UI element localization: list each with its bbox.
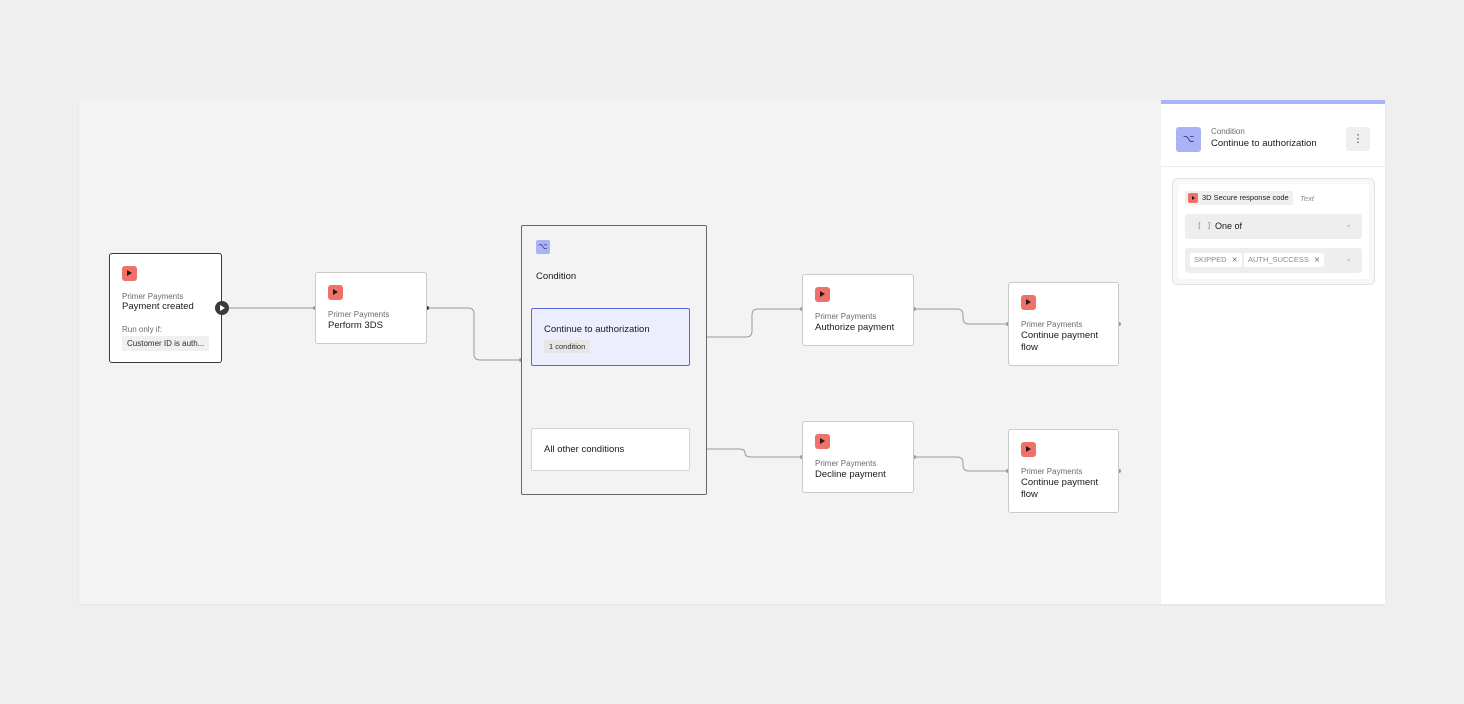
node-kicker: Primer Payments: [1021, 467, 1083, 476]
branch-icon: ⌥: [1176, 127, 1201, 152]
workflow-canvas[interactable]: Primer Payments Payment created Run only…: [79, 100, 1161, 604]
run-only-if-label: Run only if:: [122, 325, 163, 334]
values-multiselect[interactable]: SKIPPED × AUTH_SUCCESS × ⌄: [1185, 248, 1362, 273]
workflow-editor: Primer Payments Payment created Run only…: [79, 100, 1385, 604]
wire-decline-to-continue: [914, 456, 1008, 472]
branch-continue-to-authorization[interactable]: Continue to authorization 1 condition: [531, 308, 690, 366]
panel-accent-bar: [1161, 100, 1385, 104]
node-title-line-2: flow: [1021, 489, 1038, 500]
condition-rule: 3D Secure response code Text [ ] One of …: [1178, 184, 1369, 279]
trigger-condition-chip[interactable]: Customer ID is auth...: [122, 336, 210, 351]
action-node-authorize-payment[interactable]: Primer Payments Authorize payment: [802, 274, 914, 346]
node-title-line-1: Continue payment: [1021, 477, 1099, 488]
branch-title: All other conditions: [544, 444, 625, 455]
node-kicker: Primer Payments: [122, 292, 184, 301]
primer-logo-icon: [1021, 295, 1036, 310]
condition-group[interactable]: ⌥ Condition Continue to authorization 1 …: [521, 225, 707, 495]
wire-3ds-to-condition: [427, 307, 521, 361]
primer-logo-icon: [815, 434, 830, 449]
node-title-line-2: flow: [1021, 342, 1038, 353]
chevron-down-icon: ⌄: [1345, 220, 1352, 229]
wire-authorize-to-continue: [914, 308, 1008, 325]
value-chip[interactable]: AUTH_SUCCESS ×: [1244, 253, 1325, 267]
panel-divider: [1161, 166, 1385, 167]
panel-title: Continue to authorization: [1211, 138, 1317, 149]
node-kicker: Primer Payments: [1021, 320, 1083, 329]
primer-logo-icon: [122, 266, 137, 281]
primer-logo-icon: [1021, 442, 1036, 457]
action-node-perform-3ds[interactable]: Primer Payments Perform 3DS: [315, 272, 427, 344]
field-name: 3D Secure response code: [1202, 193, 1289, 202]
branch-icon: ⌥: [536, 240, 550, 254]
condition-rule-card: 3D Secure response code Text [ ] One of …: [1172, 178, 1375, 285]
node-title: Perform 3DS: [328, 320, 383, 331]
node-title-line-1: Continue payment: [1021, 330, 1099, 341]
value-chip[interactable]: SKIPPED ×: [1190, 253, 1242, 267]
value-chip-label: SKIPPED: [1194, 255, 1227, 264]
node-kicker: Primer Payments: [815, 312, 877, 321]
node-kicker: Primer Payments: [815, 459, 877, 468]
condition-count-badge: 1 condition: [544, 340, 591, 353]
node-title: Payment created: [122, 301, 194, 312]
action-node-continue-payment-flow[interactable]: Primer Payments Continue payment flow: [1008, 282, 1119, 366]
field-type: Text: [1300, 194, 1314, 203]
list-icon: [ ]: [1197, 221, 1212, 230]
value-chip-label: AUTH_SUCCESS: [1248, 255, 1309, 264]
node-title: Authorize payment: [815, 322, 895, 333]
branch-all-other-conditions[interactable]: All other conditions: [531, 428, 690, 471]
operator-select[interactable]: [ ] One of ⌄: [1185, 214, 1362, 239]
primer-logo-icon: [328, 285, 343, 300]
branch-title: Continue to authorization: [544, 324, 650, 335]
trigger-node-payment-created[interactable]: Primer Payments Payment created Run only…: [109, 253, 222, 363]
more-options-icon[interactable]: ⋮: [1346, 127, 1370, 151]
node-title: Decline payment: [815, 469, 886, 480]
condition-side-panel: ⌥ Condition Continue to authorization ⋮ …: [1161, 100, 1385, 604]
run-trigger-icon[interactable]: [215, 301, 229, 315]
operator-value: One of: [1215, 221, 1243, 231]
field-selector[interactable]: 3D Secure response code: [1185, 191, 1293, 205]
remove-value-icon[interactable]: ×: [1314, 255, 1320, 264]
remove-value-icon[interactable]: ×: [1232, 255, 1238, 264]
chevron-down-icon: ⌄: [1345, 254, 1352, 263]
primer-logo-icon: [1188, 193, 1198, 203]
action-node-decline-payment[interactable]: Primer Payments Decline payment: [802, 421, 914, 493]
condition-title: Condition: [536, 271, 577, 282]
action-node-continue-payment-flow[interactable]: Primer Payments Continue payment flow: [1008, 429, 1119, 513]
node-kicker: Primer Payments: [328, 310, 390, 319]
panel-kicker: Condition: [1211, 127, 1245, 136]
primer-logo-icon: [815, 287, 830, 302]
